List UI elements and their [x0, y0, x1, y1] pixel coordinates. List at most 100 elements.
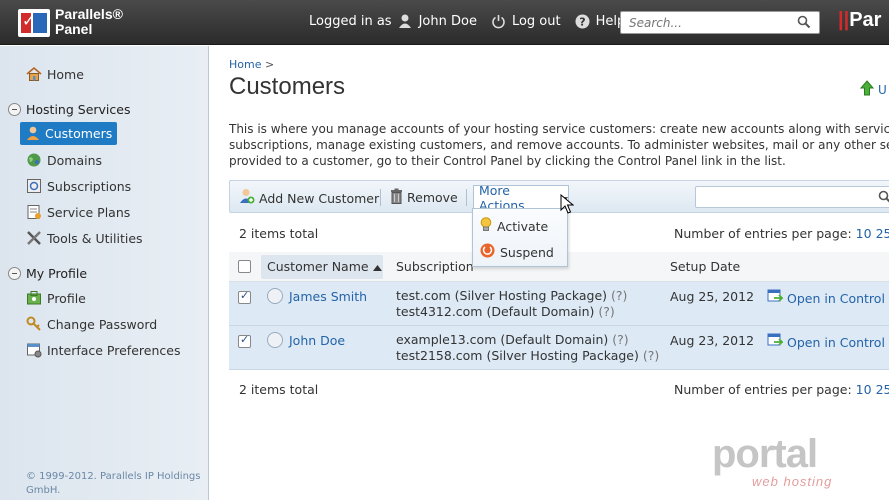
- row-checkbox[interactable]: [238, 289, 251, 304]
- help-tooltip-icon[interactable]: (?): [612, 332, 628, 347]
- parallels-logo-icon: ✓: [18, 9, 50, 37]
- items-total: 2 items total: [239, 226, 319, 241]
- entries-per-page: Number of entries per page: 10 25 1: [674, 382, 889, 397]
- search-icon[interactable]: [797, 15, 811, 32]
- toolbar-divider: [380, 189, 381, 206]
- help-icon[interactable]: ?: [575, 14, 590, 29]
- remove-button[interactable]: Remove: [390, 188, 458, 207]
- add-user-icon: [239, 188, 255, 208]
- breadcrumb-separator: >: [264, 58, 275, 71]
- breadcrumb-home-link[interactable]: Home: [229, 58, 261, 71]
- list-search-box: [695, 186, 889, 208]
- my-profile-header[interactable]: My Profile: [8, 264, 87, 282]
- brand-text: Par: [849, 9, 882, 31]
- customer-name-link[interactable]: James Smith: [289, 289, 367, 304]
- subscriptions-icon: [26, 178, 42, 194]
- subscription-link[interactable]: example13.com (Default Domain): [396, 332, 608, 347]
- customer-name-link[interactable]: John Doe: [289, 333, 345, 348]
- sidebar-item-subscriptions[interactable]: Subscriptions: [26, 176, 131, 196]
- description-line: provided to a customer, go to their Cont…: [229, 154, 786, 168]
- entries-per-page: Number of entries per page: 10 25 1: [674, 226, 889, 241]
- collapse-icon[interactable]: [8, 102, 21, 116]
- portal-watermark: portal web hosting: [712, 432, 862, 492]
- sidebar-item-home[interactable]: Home: [26, 64, 84, 84]
- toolbar-divider: [466, 189, 467, 206]
- per-page-10-link[interactable]: 10: [856, 382, 872, 397]
- add-new-customer-button[interactable]: Add New Customer: [239, 188, 379, 208]
- help-tooltip-icon[interactable]: (?): [643, 348, 659, 363]
- list-search-input[interactable]: [696, 187, 871, 207]
- menu-item-label: Suspend: [500, 244, 554, 260]
- menu-item-suspend[interactable]: Suspend: [480, 243, 554, 261]
- hosting-services-header[interactable]: Hosting Services: [8, 100, 130, 118]
- menu-item-activate[interactable]: Activate: [480, 217, 548, 235]
- more-actions-button[interactable]: More Actions: [473, 183, 569, 213]
- top-bar: ✓ Parallels® Panel Logged in as John Doe…: [0, 0, 889, 45]
- mouse-cursor-icon: [560, 193, 575, 217]
- watermark-main: portal: [712, 432, 818, 476]
- lightbulb-icon: [480, 217, 492, 235]
- sidebar-item-label: Domains: [47, 152, 103, 168]
- sidebar-item-change-password[interactable]: Change Password: [26, 314, 157, 334]
- sidebar-item-interface-preferences[interactable]: Interface Preferences: [26, 340, 180, 360]
- logout-link[interactable]: Log out: [512, 14, 561, 29]
- sidebar-item-domains[interactable]: Domains: [26, 150, 102, 170]
- status-icon: [267, 288, 283, 304]
- subscription-cell: example13.com (Default Domain) (?) test2…: [396, 332, 659, 364]
- sidebar-item-label: Interface Preferences: [47, 342, 181, 358]
- status-icon: [267, 332, 283, 348]
- sidebar-item-tools-utilities[interactable]: Tools & Utilities: [26, 228, 143, 248]
- setup-date: Aug 23, 2012: [670, 333, 755, 348]
- search-icon[interactable]: [878, 190, 889, 207]
- page-description: This is where you manage accounts of you…: [229, 121, 889, 169]
- add-new-customer-label: Add New Customer: [259, 190, 380, 206]
- description-line: This is where you manage accounts of you…: [229, 122, 889, 136]
- per-page-10-link[interactable]: 10: [856, 226, 872, 241]
- sidebar-item-service-plans[interactable]: Service Plans: [26, 202, 130, 222]
- open-control-panel-link[interactable]: Open in Control P: [767, 333, 889, 351]
- top-search-box: [620, 11, 820, 34]
- help-tooltip-icon[interactable]: (?): [598, 304, 614, 319]
- column-label: Subscription: [396, 259, 474, 274]
- sidebar-item-label: Customers: [45, 126, 113, 141]
- subscription-link[interactable]: test4312.com (Default Domain): [396, 304, 594, 319]
- sidebar-item-customers[interactable]: Customers: [20, 122, 117, 145]
- section-label: Hosting Services: [26, 101, 131, 117]
- copyright-line-2: GmbH.: [26, 485, 61, 496]
- per-page-25-link[interactable]: 25: [876, 226, 889, 241]
- open-control-panel-link[interactable]: Open in Control P: [767, 289, 889, 307]
- copyright-line-1: © 1999-2012. Parallels IP Holdings: [26, 471, 201, 482]
- row-checkbox[interactable]: [238, 333, 251, 348]
- user-name-link[interactable]: John Doe: [419, 14, 477, 29]
- sidebar-item-profile[interactable]: Profile: [26, 288, 86, 308]
- home-icon: [26, 66, 42, 82]
- sort-up-icon: [372, 259, 382, 274]
- up-level-link[interactable]: U: [859, 80, 887, 99]
- column-customer-name[interactable]: Customer Name: [267, 259, 382, 274]
- items-total: 2 items total: [239, 382, 319, 397]
- help-tooltip-icon[interactable]: (?): [611, 288, 627, 303]
- sidebar-item-label: Subscriptions: [47, 178, 132, 194]
- column-subscription[interactable]: Subscription: [396, 259, 474, 274]
- select-all-checkbox[interactable]: [238, 260, 251, 273]
- logo-line-2: Panel: [55, 21, 93, 37]
- watermark-sub: web hosting: [752, 474, 833, 489]
- trash-icon: [390, 188, 403, 207]
- tools-icon: [26, 230, 42, 246]
- column-setup-date[interactable]: Setup Date: [670, 259, 740, 274]
- sidebar-item-label: Change Password: [47, 316, 158, 332]
- subscription-link[interactable]: test.com (Silver Hosting Package): [396, 288, 607, 303]
- sidebar-item-label: Service Plans: [47, 204, 131, 220]
- column-label: Setup Date: [670, 259, 741, 274]
- logo-text: Parallels® Panel: [55, 7, 123, 37]
- top-search-input[interactable]: [621, 12, 791, 33]
- collapse-icon[interactable]: [8, 266, 21, 280]
- per-page-25-link[interactable]: 25: [876, 382, 889, 397]
- subscription-cell: test.com (Silver Hosting Package) (?) te…: [396, 288, 627, 320]
- copyright: © 1999-2012. Parallels IP Holdings GmbH.: [26, 470, 201, 498]
- power-icon[interactable]: [491, 14, 506, 29]
- user-icon: [398, 14, 413, 29]
- subscription-link[interactable]: test2158.com (Silver Hosting Package): [396, 348, 639, 363]
- setup-date: Aug 25, 2012: [670, 289, 755, 304]
- key-icon: [26, 316, 42, 332]
